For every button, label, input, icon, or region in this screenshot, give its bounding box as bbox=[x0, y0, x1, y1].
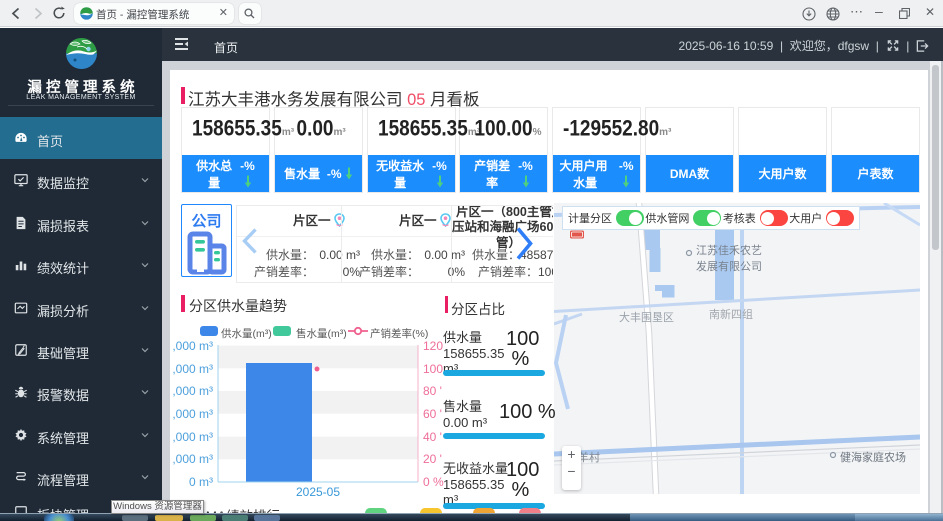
svg-text:40 ': 40 ' bbox=[423, 430, 442, 444]
svg-text:20 ': 20 ' bbox=[423, 452, 442, 466]
svg-text:0 %: 0 % bbox=[423, 475, 444, 489]
svg-text:,000 m³: ,000 m³ bbox=[172, 407, 213, 421]
svg-text:60 ': 60 ' bbox=[423, 407, 442, 421]
svg-text:0 m³: 0 m³ bbox=[189, 475, 213, 489]
svg-text:2025-05: 2025-05 bbox=[296, 485, 340, 499]
svg-text:100: 100 bbox=[423, 362, 443, 376]
svg-text:80 ': 80 ' bbox=[423, 384, 442, 398]
svg-text:,000 m³: ,000 m³ bbox=[172, 362, 213, 376]
svg-text:120: 120 bbox=[423, 339, 443, 353]
svg-text:,000 m³: ,000 m³ bbox=[172, 384, 213, 398]
svg-text:,000 m³: ,000 m³ bbox=[172, 339, 213, 353]
svg-text:,000 m³: ,000 m³ bbox=[172, 452, 213, 466]
svg-text:,000 m³: ,000 m³ bbox=[172, 430, 213, 444]
